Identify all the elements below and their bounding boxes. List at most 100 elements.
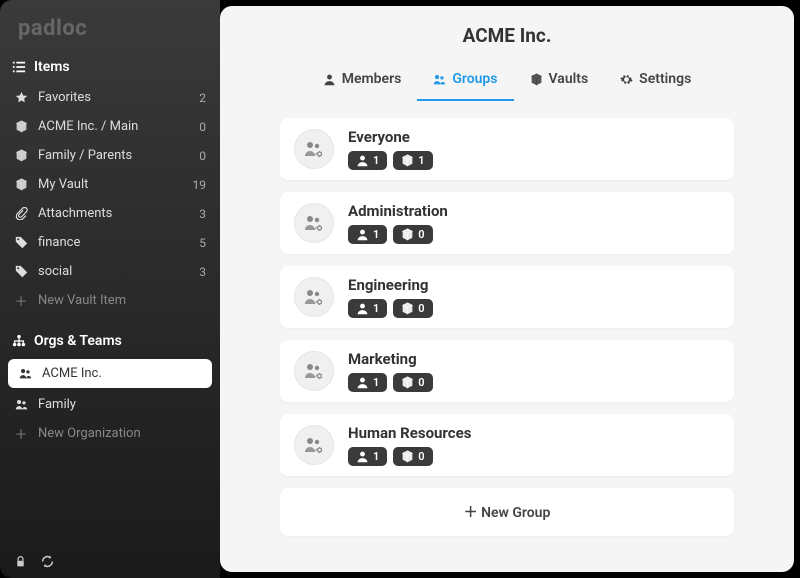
main-panel: ACME Inc. Members Groups Vaults Settings Ev… bbox=[220, 6, 794, 572]
members-count: 1 bbox=[373, 228, 379, 241]
cube-icon bbox=[401, 302, 414, 315]
sidebar-item-label: Attachments bbox=[38, 206, 189, 221]
vaults-badge: 0 bbox=[393, 447, 432, 466]
members-count: 1 bbox=[373, 154, 379, 167]
sidebar-item-count: 2 bbox=[199, 91, 206, 105]
users-icon bbox=[14, 398, 28, 412]
tab-label: Members bbox=[342, 71, 402, 87]
group-card[interactable]: Everyone11 bbox=[280, 118, 734, 180]
members-badge: 1 bbox=[348, 225, 387, 244]
group-card[interactable]: Engineering10 bbox=[280, 266, 734, 328]
sidebar-item-attachments[interactable]: Attachments 3 bbox=[0, 199, 220, 228]
group-badges: 11 bbox=[348, 151, 720, 170]
lock-icon[interactable] bbox=[14, 555, 27, 568]
tab-vaults[interactable]: Vaults bbox=[514, 61, 605, 101]
tab-groups[interactable]: Groups bbox=[417, 61, 513, 101]
vaults-badge: 0 bbox=[393, 225, 432, 244]
clip-icon bbox=[14, 207, 28, 221]
group-body: Human Resources10 bbox=[348, 424, 720, 466]
sidebar-item-finance[interactable]: finance5 bbox=[0, 228, 220, 257]
sidebar-item-acme-inc-main[interactable]: ACME Inc. / Main0 bbox=[0, 112, 220, 141]
sidebar-item-favorites[interactable]: Favorites 2 bbox=[0, 83, 220, 112]
tab-settings[interactable]: Settings bbox=[604, 61, 707, 101]
vaults-count: 0 bbox=[418, 450, 424, 463]
sidebar-footer bbox=[0, 545, 220, 578]
members-badge: 1 bbox=[348, 373, 387, 392]
cube-icon bbox=[401, 376, 414, 389]
gear-icon bbox=[620, 73, 633, 86]
users-gear-icon bbox=[294, 425, 334, 465]
orgs-section-header[interactable]: Orgs & Teams bbox=[0, 325, 220, 357]
sidebar-item-family-parents[interactable]: Family / Parents 0 bbox=[0, 141, 220, 170]
page-title: ACME Inc. bbox=[220, 24, 794, 47]
items-section-header[interactable]: Items bbox=[0, 51, 220, 83]
group-body: Everyone11 bbox=[348, 128, 720, 170]
sidebar-item-count: 19 bbox=[193, 178, 207, 192]
tag-icon bbox=[14, 236, 28, 250]
group-card[interactable]: Marketing10 bbox=[280, 340, 734, 402]
new-group-button[interactable]: ＋ New Group bbox=[280, 488, 734, 536]
group-badges: 10 bbox=[348, 447, 720, 466]
new-group-label: New Group bbox=[481, 505, 550, 521]
users-gear-icon bbox=[294, 277, 334, 317]
sidebar-item-social[interactable]: social3 bbox=[0, 257, 220, 286]
sidebar-item-count: 3 bbox=[199, 207, 206, 221]
plus-icon: ＋ bbox=[464, 505, 481, 521]
group-body: Administration10 bbox=[348, 202, 720, 244]
users-gear-icon bbox=[294, 129, 334, 169]
tab-label: Vaults bbox=[549, 71, 589, 87]
tag-icon bbox=[14, 265, 28, 279]
sidebar: padloc Items Favorites 2 ACME Inc. / Main0… bbox=[0, 0, 220, 578]
sidebar-org-acme-inc-[interactable]: ACME Inc. bbox=[8, 359, 212, 388]
plus-icon: ＋ bbox=[14, 294, 28, 308]
content: Everyone11Administration10Engineering10M… bbox=[220, 102, 794, 572]
members-count: 1 bbox=[373, 376, 379, 389]
plus-icon: ＋ bbox=[14, 427, 28, 441]
vaults-badge: 1 bbox=[393, 151, 432, 170]
cube-icon bbox=[14, 178, 28, 192]
users-icon bbox=[18, 367, 32, 381]
group-badges: 10 bbox=[348, 225, 720, 244]
tabs: Members Groups Vaults Settings bbox=[220, 61, 794, 102]
group-name: Administration bbox=[348, 202, 720, 220]
group-name: Human Resources bbox=[348, 424, 720, 442]
user-icon bbox=[356, 302, 369, 315]
group-name: Everyone bbox=[348, 128, 720, 146]
group-card[interactable]: Administration10 bbox=[280, 192, 734, 254]
tab-members[interactable]: Members bbox=[307, 61, 418, 101]
sidebar-item-label: Family / Parents bbox=[38, 148, 189, 163]
group-card[interactable]: Human Resources10 bbox=[280, 414, 734, 476]
cube-icon bbox=[14, 149, 28, 163]
users-gear-icon bbox=[294, 351, 334, 391]
new-organization-button[interactable]: ＋ New Organization bbox=[0, 419, 220, 448]
sidebar-item-count: 0 bbox=[199, 149, 206, 163]
sidebar-item-label: Favorites bbox=[38, 90, 189, 105]
tab-label: Settings bbox=[639, 71, 691, 87]
app-logo: padloc bbox=[0, 0, 220, 51]
cube-icon bbox=[401, 228, 414, 241]
group-body: Marketing10 bbox=[348, 350, 720, 392]
orgs-header-label: Orgs & Teams bbox=[34, 333, 122, 349]
members-badge: 1 bbox=[348, 151, 387, 170]
vaults-badge: 0 bbox=[393, 373, 432, 392]
members-count: 1 bbox=[373, 450, 379, 463]
user-icon bbox=[356, 376, 369, 389]
vaults-badge: 0 bbox=[393, 299, 432, 318]
users-gear-icon bbox=[294, 203, 334, 243]
list-icon bbox=[12, 60, 26, 74]
user-icon bbox=[356, 154, 369, 167]
cube-icon bbox=[14, 120, 28, 134]
sidebar-item-my-vault[interactable]: My Vault19 bbox=[0, 170, 220, 199]
sidebar-item-count: 5 bbox=[199, 236, 206, 250]
refresh-icon[interactable] bbox=[41, 555, 54, 568]
user-icon bbox=[356, 228, 369, 241]
group-badges: 10 bbox=[348, 299, 720, 318]
new-organization-label: New Organization bbox=[38, 426, 206, 441]
members-count: 1 bbox=[373, 302, 379, 315]
cube-icon bbox=[401, 154, 414, 167]
sidebar-org-family[interactable]: Family bbox=[0, 390, 220, 419]
new-vault-item-label: New Vault Item bbox=[38, 293, 206, 308]
new-vault-item-button[interactable]: ＋ New Vault Item bbox=[0, 286, 220, 315]
cube-icon bbox=[530, 73, 543, 86]
vaults-count: 0 bbox=[418, 376, 424, 389]
